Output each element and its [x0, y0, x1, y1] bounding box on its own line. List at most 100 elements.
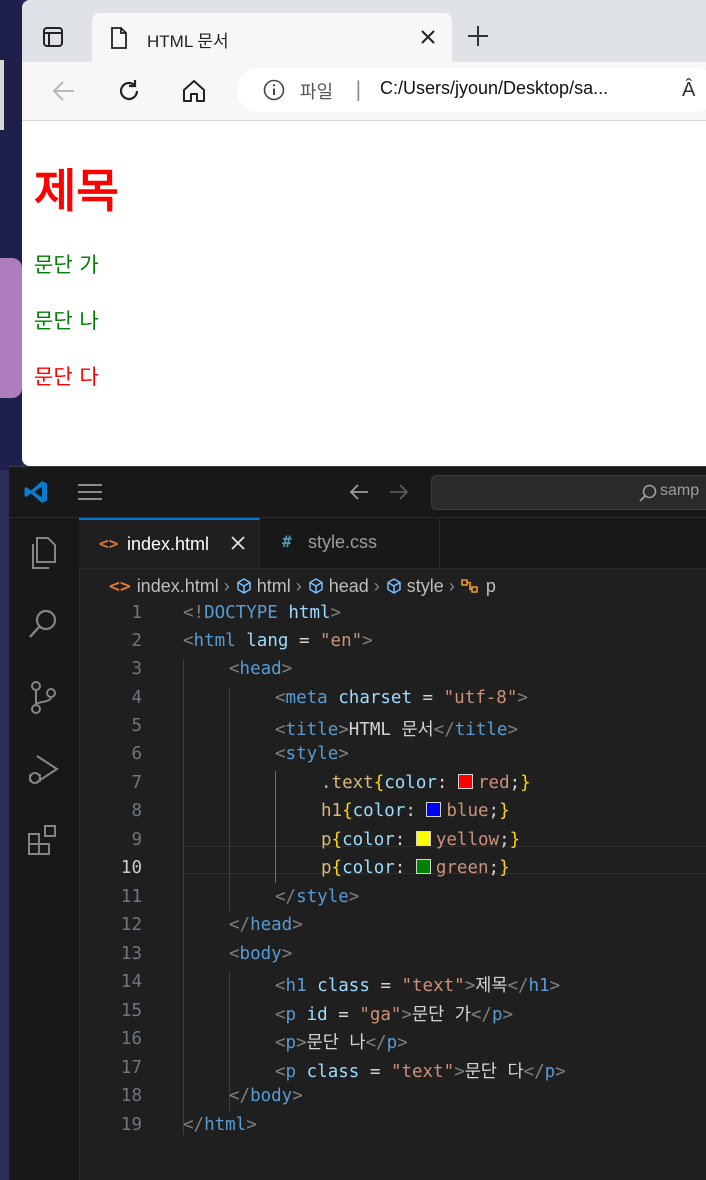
paragraph-ga: 문단 가 [34, 253, 99, 277]
chevron-right-icon: › [448, 575, 455, 596]
code-editor[interactable]: 1 2 3 4 5 6 7 8 9 10 11 12 13 14 15 16 1… [79, 603, 706, 1180]
menu-icon[interactable] [77, 482, 103, 502]
source-control-icon[interactable] [25, 678, 61, 716]
line-number: 1 [131, 603, 142, 623]
line-number: 19 [120, 1115, 142, 1135]
line-number: 17 [120, 1058, 142, 1078]
cube-icon [309, 578, 323, 595]
browser-tab-bar: HTML 문서 [22, 0, 706, 63]
desktop-background [0, 0, 22, 470]
tab-label: index.html [127, 534, 210, 554]
color-swatch[interactable] [415, 831, 431, 846]
css-property-icon [461, 579, 478, 594]
css-file-icon: # [282, 532, 292, 551]
html-file-icon: <> [109, 575, 131, 597]
line-number: 16 [120, 1029, 142, 1049]
code-line: <p>문단 나</p> [275, 1033, 408, 1053]
line-number: 11 [120, 887, 142, 907]
color-swatch[interactable] [458, 774, 473, 789]
code-line: <meta charset = "utf-8"> [275, 688, 528, 708]
color-swatch[interactable] [415, 859, 431, 874]
address-bar[interactable]: 파일 | C:/Users/jyoun/Desktop/sa... [237, 68, 706, 112]
indent-guide [183, 659, 184, 1135]
address-scheme: 파일 [300, 82, 334, 103]
tab-style-css[interactable]: # style.css [260, 518, 440, 568]
breadcrumb-head[interactable]: head [329, 576, 369, 597]
command-center-text: samp [660, 482, 700, 499]
code-line: <html lang = "en"> [183, 631, 373, 651]
wallpaper-shape [0, 258, 22, 398]
line-number: 6 [131, 744, 142, 764]
new-tab-icon[interactable] [466, 24, 490, 48]
code-line: <p id = "ga">문단 가</p> [275, 1005, 514, 1025]
line-number: 13 [120, 944, 142, 964]
read-aloud-icon[interactable]: Â [682, 79, 695, 102]
code-line: h1{color: blue;} [321, 801, 510, 821]
document-icon [111, 27, 127, 49]
line-number: 14 [120, 972, 142, 992]
code-line: </html> [183, 1115, 257, 1135]
chevron-right-icon: › [295, 575, 302, 596]
browser-toolbar: 파일 | C:/Users/jyoun/Desktop/sa... Â [22, 62, 706, 121]
code-line: </style> [275, 887, 360, 907]
code-line-current: p{color: green;} [321, 858, 510, 878]
line-number: 9 [131, 830, 142, 850]
line-number: 8 [131, 801, 142, 821]
line-number: 15 [120, 1001, 142, 1021]
tab-label: style.css [308, 532, 378, 552]
tab-title: HTML 문서 [147, 32, 229, 51]
web-page-content: 제목 문단 가 문단 나 문단 다 [22, 121, 706, 466]
window-edge [0, 60, 4, 130]
chevron-right-icon: › [373, 575, 380, 596]
browser-window: HTML 문서 파일 | C:/Users/jyoun/Desktop/sa..… [22, 0, 706, 466]
line-number: 2 [131, 631, 142, 651]
activity-bar [9, 518, 80, 1180]
back-arrow-icon[interactable] [347, 481, 371, 503]
code-line: </body> [229, 1086, 303, 1106]
line-number: 7 [131, 773, 142, 793]
code-line: <p class = "text">문단 다</p> [275, 1062, 566, 1082]
info-icon[interactable] [263, 79, 285, 101]
paragraph-na: 문단 나 [34, 309, 99, 333]
editor-tabs: <> index.html # style.css [79, 518, 706, 569]
extensions-icon[interactable] [25, 822, 61, 860]
code-line: <!DOCTYPE html> [183, 603, 342, 623]
line-number: 3 [131, 659, 142, 679]
search-icon[interactable] [25, 606, 61, 644]
cube-icon [387, 578, 401, 595]
breadcrumb-style[interactable]: style [407, 576, 444, 597]
vscode-window: samp <> index.html # style.css <> index.… [9, 466, 706, 1180]
line-number: 4 [131, 688, 142, 708]
home-icon[interactable] [180, 77, 208, 105]
address-separator: | [355, 77, 362, 101]
color-swatch[interactable] [426, 802, 442, 817]
vscode-logo-icon [24, 481, 47, 503]
close-tab-icon[interactable] [418, 27, 438, 47]
command-center-search[interactable]: samp [431, 475, 706, 510]
breadcrumb-file[interactable]: index.html [137, 576, 219, 597]
address-url[interactable]: C:/Users/jyoun/Desktop/sa... [380, 78, 608, 99]
code-line: <head> [229, 659, 293, 679]
line-number: 12 [120, 915, 142, 935]
browser-tab-active[interactable]: HTML 문서 [92, 13, 452, 63]
close-icon[interactable] [229, 534, 247, 552]
code-line: </head> [229, 915, 303, 935]
refresh-icon[interactable] [115, 77, 143, 105]
run-debug-icon[interactable] [25, 750, 61, 788]
tab-actions-icon[interactable] [42, 26, 64, 48]
code-line: <title>HTML 문서</title> [275, 720, 518, 740]
breadcrumb-p[interactable]: p [486, 576, 496, 597]
forward-arrow-icon[interactable] [387, 481, 411, 503]
code-line: p{color: yellow;} [321, 830, 521, 850]
back-arrow-icon[interactable] [50, 77, 78, 105]
chevron-right-icon: › [223, 575, 230, 596]
explorer-icon[interactable] [25, 534, 61, 572]
tab-index-html[interactable]: <> index.html [79, 518, 260, 568]
indent-guide-active [275, 771, 276, 883]
html-file-icon: <> [99, 534, 119, 553]
code-line: <h1 class = "text">제목</h1> [275, 976, 561, 996]
page-heading: 제목 [34, 164, 119, 218]
breadcrumb-html[interactable]: html [257, 576, 291, 597]
code-line: .text{color: red;} [321, 773, 531, 793]
line-number-current: 10 [120, 858, 142, 878]
